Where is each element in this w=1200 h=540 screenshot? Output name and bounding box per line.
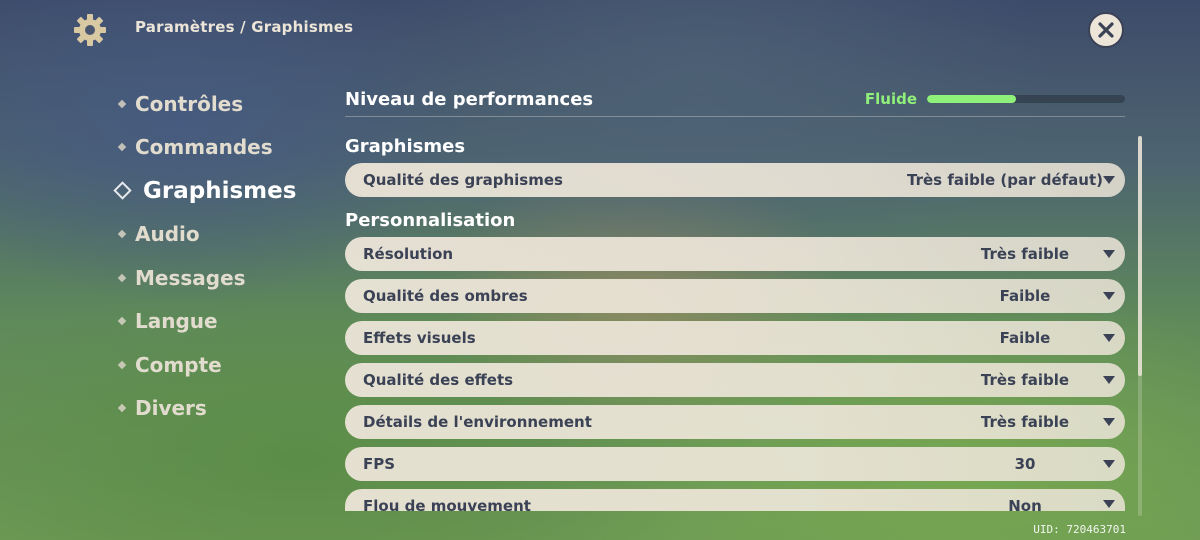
chevron-down-icon (1103, 334, 1115, 342)
setting-label: Détails de l'environnement (363, 413, 592, 431)
selected-diamond-icon (113, 181, 132, 200)
setting-value: Très faible (980, 371, 1070, 389)
chevron-down-icon (1103, 292, 1115, 300)
setting-value: Très faible (par défaut) (907, 171, 1103, 189)
scrollbar-thumb[interactable] (1138, 136, 1142, 376)
dropdown-motion-blur[interactable]: Flou de mouvement Non (345, 489, 1125, 511)
performance-title: Niveau de performances (345, 88, 594, 110)
bullet-icon (117, 360, 127, 369)
bullet-icon (117, 273, 127, 282)
bullet-icon (117, 99, 127, 108)
section-title-graphismes: Graphismes (345, 136, 466, 157)
bullet-icon (117, 143, 127, 152)
nav-item-controles[interactable]: Contrôles (116, 82, 316, 126)
nav-item-langue[interactable]: Langue (116, 300, 316, 344)
nav-item-graphismes[interactable]: Graphismes (113, 169, 316, 213)
performance-bar-fill (927, 95, 1017, 103)
setting-value: Non (1008, 497, 1042, 511)
setting-label: Résolution (363, 245, 454, 263)
dropdown-shadow-quality[interactable]: Qualité des ombres Faible (345, 279, 1125, 313)
performance-indicator: Fluide (865, 90, 1125, 108)
setting-value: 30 (1014, 455, 1036, 473)
section-title-personnalisation: Personnalisation (345, 210, 516, 231)
dropdown-resolution[interactable]: Résolution Très faible (345, 237, 1125, 271)
chevron-down-icon (1103, 418, 1115, 426)
nav-item-divers[interactable]: Divers (116, 387, 316, 431)
nav-item-compte[interactable]: Compte (116, 343, 316, 387)
nav-item-audio[interactable]: Audio (116, 213, 316, 257)
settings-panel: Niveau de performances Fluide Graphismes… (345, 82, 1125, 519)
nav-item-label: Messages (135, 265, 246, 290)
close-icon (1098, 22, 1114, 38)
setting-value: Très faible (980, 245, 1070, 263)
nav-item-label: Compte (135, 352, 222, 377)
dropdown-effects-quality[interactable]: Qualité des effets Très faible (345, 363, 1125, 397)
nav-item-label: Audio (135, 222, 200, 247)
settings-nav: Contrôles Commandes Graphismes Audio Mes… (113, 82, 316, 431)
nav-item-commandes[interactable]: Commandes (116, 126, 316, 170)
bullet-icon (117, 404, 127, 413)
nav-item-messages[interactable]: Messages (116, 256, 316, 300)
dropdown-fps[interactable]: FPS 30 (345, 447, 1125, 481)
top-bar: Paramètres / Graphismes (0, 0, 1200, 60)
chevron-down-icon (1103, 250, 1115, 258)
chevron-down-icon (1103, 500, 1115, 508)
chevron-down-icon (1103, 376, 1115, 384)
nav-item-label: Langue (135, 309, 218, 334)
bullet-icon (117, 230, 127, 239)
performance-level-label: Fluide (864, 90, 917, 108)
setting-label: Qualité des ombres (363, 287, 528, 305)
dropdown-graphics-quality[interactable]: Qualité des graphismes Très faible (par … (345, 163, 1125, 197)
performance-bar (927, 95, 1125, 103)
uid-label: UID: 720463701 (1033, 523, 1126, 536)
setting-label: Qualité des effets (363, 371, 514, 389)
setting-value: Faible (999, 287, 1051, 305)
setting-label: Effets visuels (363, 329, 476, 347)
nav-item-label: Contrôles (135, 91, 244, 116)
nav-item-label: Commandes (135, 135, 273, 160)
gear-icon (74, 14, 106, 46)
setting-label: FPS (363, 455, 396, 473)
nav-item-label: Divers (135, 396, 207, 421)
chevron-down-icon (1103, 460, 1115, 468)
setting-value: Faible (999, 329, 1051, 347)
dropdown-environment-details[interactable]: Détails de l'environnement Très faible (345, 405, 1125, 439)
setting-label: Qualité des graphismes (363, 171, 563, 189)
setting-label: Flou de mouvement (363, 497, 531, 511)
breadcrumb: Paramètres / Graphismes (135, 18, 354, 36)
performance-row: Niveau de performances Fluide (345, 82, 1125, 117)
nav-item-label: Graphismes (143, 177, 297, 204)
close-button[interactable] (1088, 12, 1124, 48)
bullet-icon (117, 317, 127, 326)
dropdown-visual-effects[interactable]: Effets visuels Faible (345, 321, 1125, 355)
chevron-down-icon (1103, 176, 1115, 184)
setting-value: Très faible (980, 413, 1070, 431)
